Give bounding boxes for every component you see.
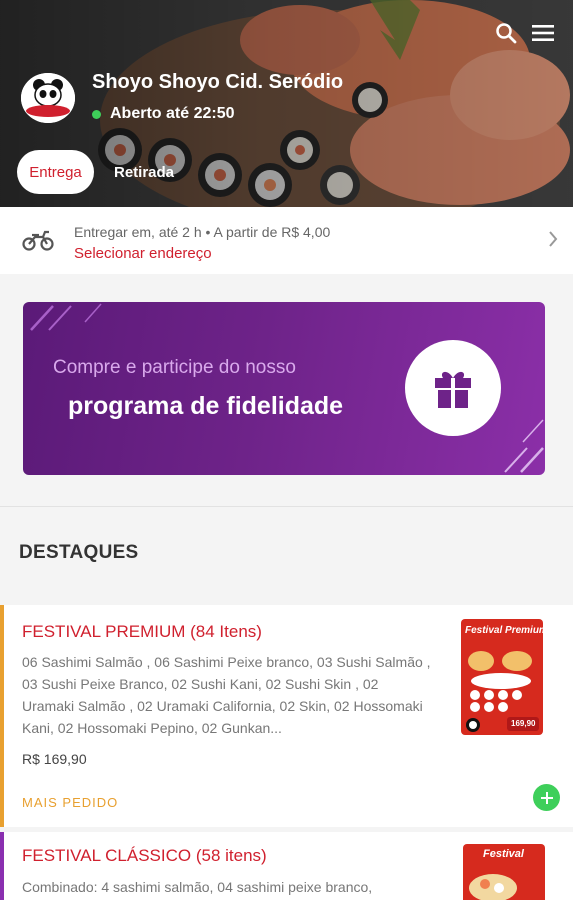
open-status-dot	[92, 109, 101, 119]
store-status: Aberto até 22:50	[92, 105, 235, 123]
card-accent-bar	[0, 832, 4, 900]
banner-line1: Compre e participe do nosso	[53, 357, 296, 378]
product-title: FESTIVAL CLÁSSICO (58 itens)	[22, 846, 267, 865]
store-hours: Aberto até 22:50	[110, 105, 235, 122]
product-price: R$ 169,90	[22, 751, 87, 767]
store-name: Shoyo Shoyo Cid. Seródio	[92, 71, 344, 93]
product-card[interactable]: FESTIVAL PREMIUM (84 Itens) 06 Sashimi S…	[0, 605, 573, 827]
tab-pickup[interactable]: Retirada	[103, 150, 185, 194]
card-accent-bar	[0, 605, 4, 827]
product-description: Combinado: 4 sashimi salmão, 04 sashimi …	[22, 879, 373, 895]
menu-icon[interactable]	[528, 18, 558, 48]
thumb-art	[469, 874, 517, 900]
most-ordered-tag: MAIS PEDIDO	[22, 795, 119, 810]
product-description: 06 Sashimi Salmão , 06 Sashimi Peixe bra…	[22, 654, 431, 736]
thumb-price: 169,90	[511, 719, 536, 728]
plus-icon	[540, 791, 553, 804]
highlights-title: DESTAQUES	[19, 542, 139, 563]
section-divider	[0, 506, 573, 507]
gift-icon	[435, 371, 471, 408]
search-icon[interactable]	[491, 18, 521, 48]
store-logo	[21, 73, 75, 123]
tab-delivery[interactable]: Entrega	[17, 150, 94, 194]
gift-badge	[405, 340, 501, 436]
thumb-art	[466, 651, 539, 732]
delivery-info: Entregar em, até 2 h • A partir de R$ 4,…	[74, 224, 331, 240]
motorcycle-icon	[22, 230, 54, 251]
product-thumbnail: Festival Premium 169,90	[461, 619, 543, 735]
product-card[interactable]: FESTIVAL CLÁSSICO (58 itens) Combinado: …	[0, 832, 573, 900]
chevron-right-icon	[549, 231, 558, 247]
product-thumbnail: Festival	[463, 844, 545, 900]
banner-line2: programa de fidelidade	[68, 392, 344, 420]
add-item-button[interactable]	[533, 784, 560, 811]
delivery-address-row[interactable]	[0, 207, 573, 274]
loyalty-program-banner[interactable]: Compre e participe do nosso programa de …	[23, 302, 545, 475]
select-address-link[interactable]: Selecionar endereço	[74, 245, 212, 262]
product-title: FESTIVAL PREMIUM (84 Itens)	[22, 622, 262, 641]
